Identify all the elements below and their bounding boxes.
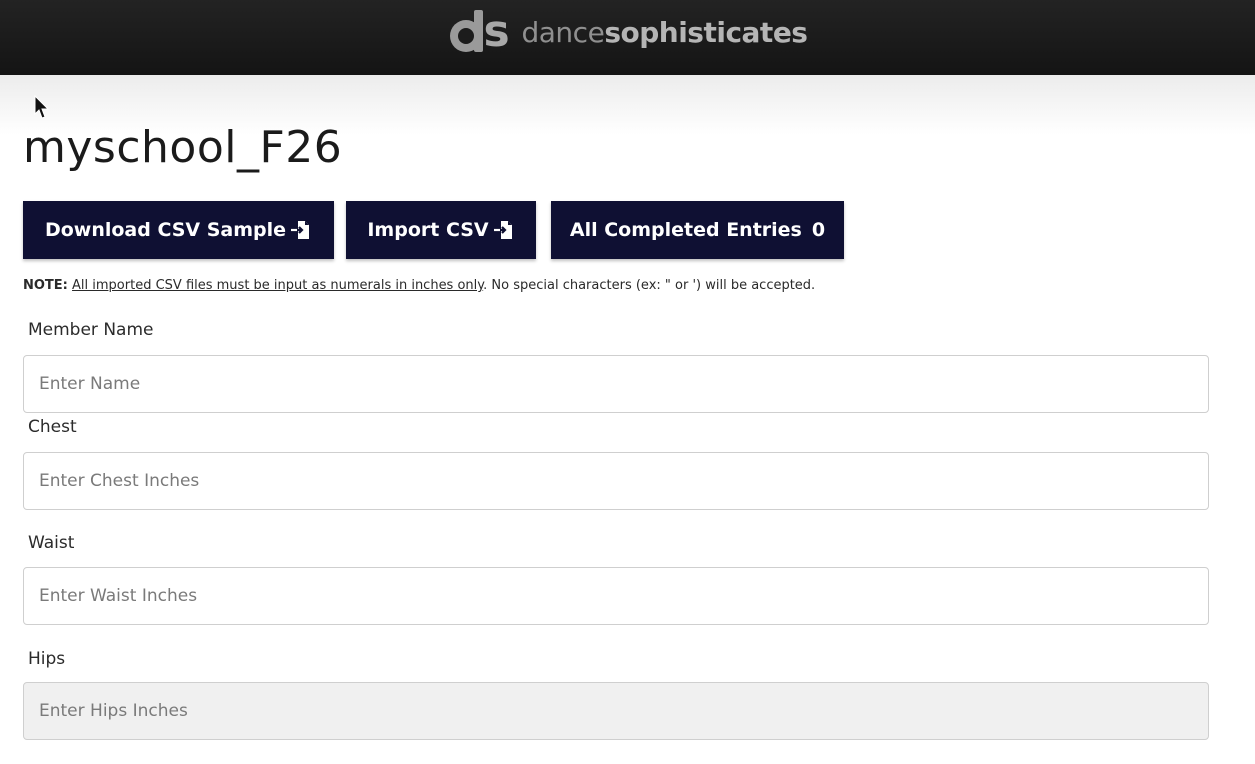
note-rest: . No special characters (ex: " or ') wil… <box>483 278 816 293</box>
hips-input[interactable] <box>23 682 1209 740</box>
import-csv-button[interactable]: Import CSV <box>346 201 536 259</box>
hips-label: Hips <box>28 649 66 669</box>
chest-input[interactable] <box>23 452 1209 510</box>
file-import-icon <box>291 221 310 239</box>
entries-count-badge: 0 <box>811 219 826 241</box>
ds-logo-icon: s <box>448 8 518 53</box>
note-label: NOTE: <box>23 278 68 293</box>
site-header: s dancesophisticates <box>0 0 1255 75</box>
mouse-cursor-icon <box>34 95 50 119</box>
page-title: myschool_F26 <box>23 122 343 173</box>
import-csv-label: Import CSV <box>367 219 489 241</box>
waist-input[interactable] <box>23 567 1209 625</box>
all-completed-entries-button[interactable]: All Completed Entries 0 <box>551 201 844 259</box>
download-csv-sample-label: Download CSV Sample <box>44 219 287 241</box>
brand-logo[interactable]: s dancesophisticates <box>448 5 808 55</box>
brand-name-light: dance <box>521 15 605 49</box>
action-toolbar: Download CSV Sample Import CSV All Compl… <box>23 201 844 259</box>
download-csv-sample-button[interactable]: Download CSV Sample <box>23 201 334 259</box>
chest-label: Chest <box>28 417 77 437</box>
csv-import-note: NOTE: All imported CSV files must be inp… <box>23 278 815 293</box>
waist-label: Waist <box>28 533 75 553</box>
file-import-icon <box>493 221 512 239</box>
all-completed-entries-label: All Completed Entries <box>569 219 802 241</box>
member-name-input[interactable] <box>23 355 1209 413</box>
member-name-label: Member Name <box>28 320 154 340</box>
brand-name: dancesophisticates <box>522 5 808 55</box>
brand-name-bold: sophisticates <box>604 15 808 49</box>
note-emphasis: All imported CSV files must be input as … <box>72 278 484 293</box>
